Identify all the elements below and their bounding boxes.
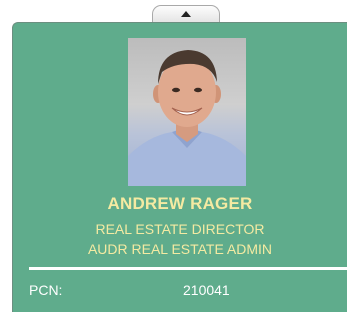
divider [29,267,347,270]
pcn-value: 210041 [183,282,230,298]
employee-name: ANDREW RAGER [107,194,253,213]
employee-title: REAL ESTATE DIRECTOR [95,221,265,237]
employee-photo [128,38,246,186]
chevron-up-icon [181,11,191,17]
pcn-label: PCN: [29,282,63,298]
employee-card: ANDREW RAGER REAL ESTATE DIRECTOR AUDR R… [12,22,347,312]
employee-department: AUDR REAL ESTATE ADMIN [87,241,273,257]
